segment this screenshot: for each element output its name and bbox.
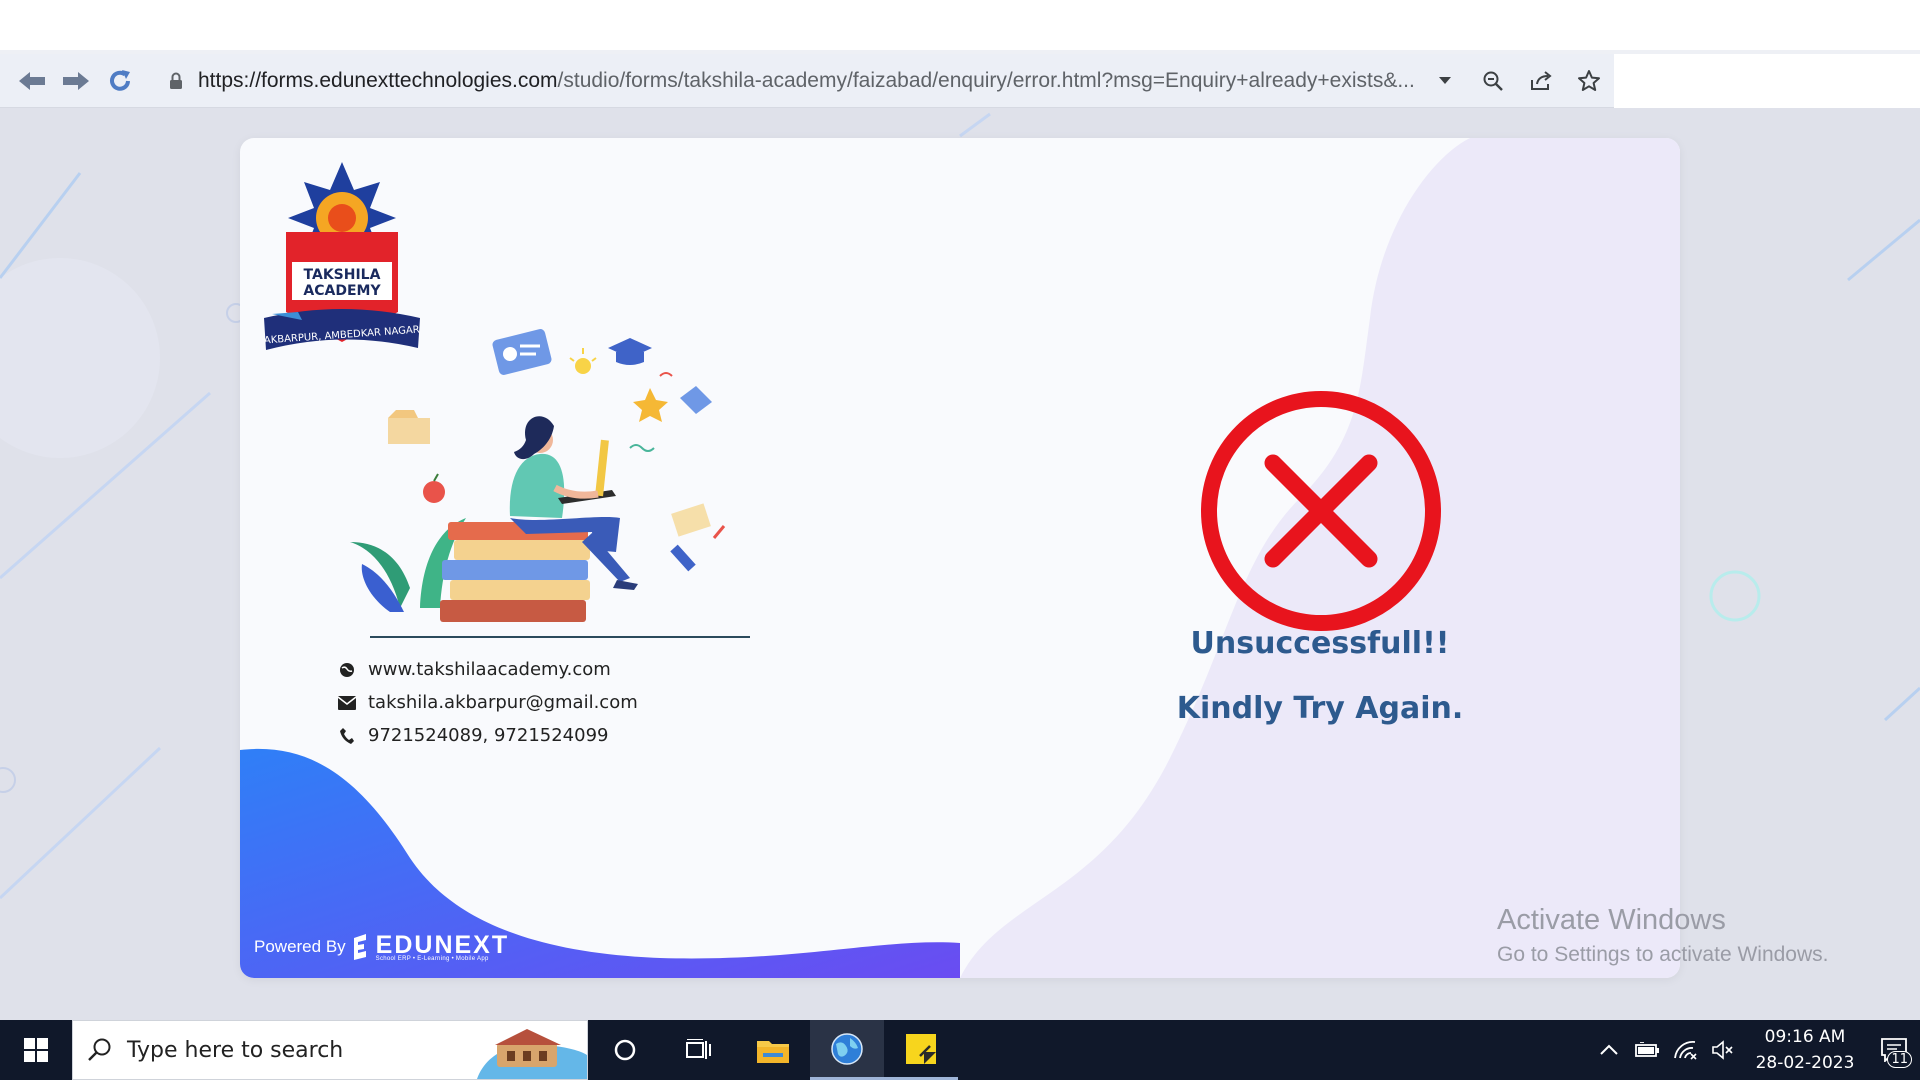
result-title: Unsuccessfull!! (1190, 626, 1450, 661)
cortana-circle-icon (614, 1039, 636, 1061)
reload-button[interactable] (98, 59, 142, 103)
system-tray: 09:16 AM 28-02-2023 11 (1590, 1020, 1920, 1080)
share-icon (1531, 71, 1552, 90)
bookmark-button[interactable] (1572, 64, 1606, 98)
windows-logo-icon (24, 1038, 48, 1062)
result-subtitle: Kindly Try Again. (1176, 691, 1464, 726)
lock-icon (164, 69, 188, 93)
activate-windows-watermark: Activate Windows Go to Settings to activ… (1497, 904, 1829, 967)
watermark-subtitle: Go to Settings to activate Windows. (1497, 943, 1829, 966)
browser-taskbar-button[interactable] (810, 1020, 884, 1080)
search-highlight-illustration-icon (477, 1029, 587, 1079)
forward-arrow-icon (63, 71, 89, 90)
contact-info: www.takshilaacademy.com takshila.akbarpu… (336, 653, 638, 752)
logo-line2: ACADEMY (303, 283, 381, 299)
address-bar[interactable]: https://forms.edunexttechnologies.com/st… (150, 58, 1606, 104)
sticky-notes-button[interactable] (884, 1020, 958, 1080)
zoom-button[interactable] (1476, 64, 1510, 98)
search-icon (88, 1038, 111, 1061)
globe-browser-icon (831, 1032, 863, 1065)
folder-icon (757, 1041, 789, 1063)
contact-email-row: takshila.akbarpur@gmail.com (336, 686, 638, 719)
phone-icon (336, 725, 358, 747)
star-icon (1578, 70, 1600, 91)
globe-icon (336, 659, 358, 681)
speaker-muted-icon (1712, 1040, 1733, 1060)
browser-toolbar-blank (1614, 54, 1920, 108)
clock-time: 09:16 AM (1764, 1027, 1846, 1047)
envelope-icon (336, 692, 358, 714)
back-arrow-icon (19, 71, 45, 90)
contact-phone: 9721524089, 9721524099 (368, 725, 609, 746)
contact-website[interactable]: www.takshilaacademy.com (368, 659, 611, 680)
sticky-note-icon (906, 1033, 936, 1064)
start-button[interactable] (0, 1020, 72, 1080)
taskbar-clock[interactable]: 09:16 AM 28-02-2023 (1750, 1024, 1860, 1076)
dropdown-button[interactable] (1428, 64, 1462, 98)
edunext-logo-icon (353, 933, 366, 960)
contact-phone-row: 9721524089, 9721524099 (336, 719, 638, 752)
url-host: https://forms.edunexttechnologies.com (198, 69, 558, 92)
volume-button[interactable] (1704, 1020, 1742, 1080)
forward-button[interactable] (54, 59, 98, 103)
enquiry-result-card: TAKSHILA ACADEMY AKBARPUR, AMBEDKAR NAGA… (240, 138, 1680, 978)
notification-count: 11 (1887, 1051, 1912, 1068)
battery-button[interactable] (1628, 1020, 1666, 1080)
file-explorer-button[interactable] (736, 1020, 810, 1080)
caret-down-icon (1439, 77, 1451, 84)
watermark-title: Activate Windows (1497, 904, 1726, 936)
battery-icon (1635, 1042, 1659, 1057)
student-illustration (350, 329, 750, 638)
task-view-icon (686, 1039, 711, 1059)
action-center-button[interactable]: 11 (1868, 1020, 1920, 1080)
search-placeholder: Type here to search (127, 1037, 344, 1063)
powered-by-label: Powered By (254, 936, 346, 956)
zoom-icon (1483, 71, 1503, 91)
taskbar-search-box[interactable]: Type here to search (72, 1020, 588, 1080)
show-hidden-icons-button[interactable] (1590, 1020, 1628, 1080)
share-button[interactable] (1524, 64, 1558, 98)
edunext-tagline: School ERP • E-Learning • Mobile App (375, 956, 489, 962)
task-view-button[interactable] (662, 1020, 736, 1080)
url-path: /studio/forms/takshila-academy/faizabad/… (557, 69, 1415, 92)
url-text[interactable]: https://forms.edunexttechnologies.com/st… (198, 69, 1438, 93)
back-button[interactable] (10, 59, 54, 103)
cortana-button[interactable] (588, 1020, 662, 1080)
browser-top-strip (0, 0, 1920, 54)
reload-icon (110, 69, 130, 91)
wifi-icon (1674, 1041, 1697, 1060)
clock-date: 28-02-2023 (1755, 1053, 1855, 1073)
network-button[interactable] (1666, 1020, 1704, 1080)
windows-taskbar: Type here to search 09:16 AM 28-02-2023 … (0, 1020, 1920, 1080)
error-x-icon (1201, 391, 1441, 631)
contact-email[interactable]: takshila.akbarpur@gmail.com (368, 692, 638, 713)
powered-by: Powered By EDUNEXT School ERP • E-Learni… (254, 931, 509, 962)
contact-website-row: www.takshilaacademy.com (336, 653, 638, 686)
chevron-up-icon (1600, 1044, 1618, 1055)
logo-line1: TAKSHILA (304, 267, 381, 283)
